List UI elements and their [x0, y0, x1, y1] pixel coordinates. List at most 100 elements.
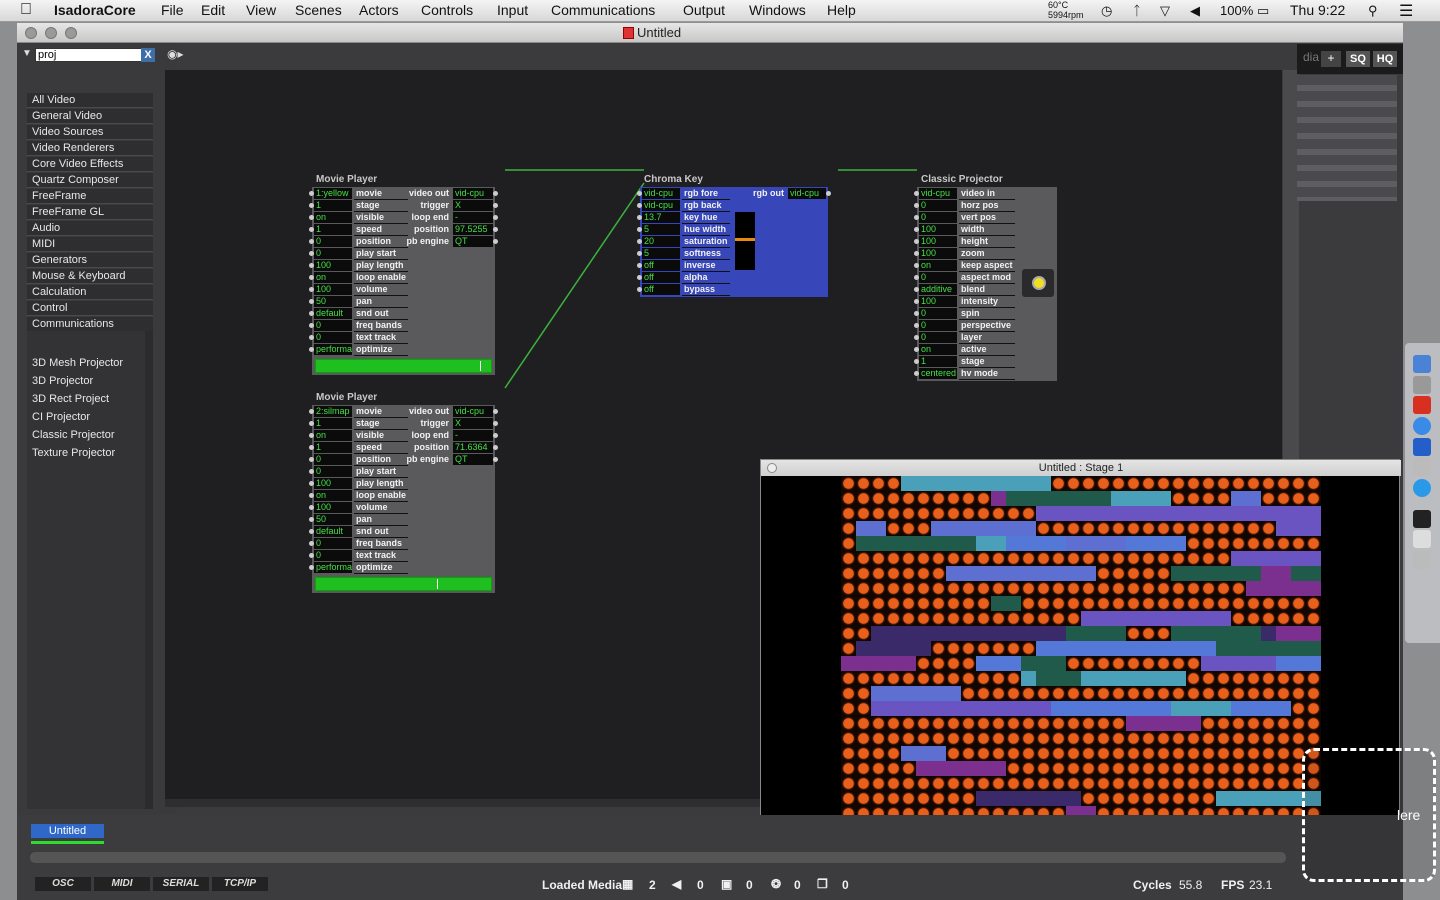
input-value[interactable]: 50 — [314, 296, 352, 307]
output-port[interactable] — [826, 191, 831, 196]
input-value[interactable]: 0 — [314, 466, 352, 477]
input-value[interactable]: off — [642, 272, 680, 283]
category-item[interactable]: Generators — [27, 253, 153, 268]
input-value[interactable]: 0 — [919, 320, 957, 331]
input-value[interactable]: 100 — [919, 236, 957, 247]
input-value[interactable]: 0 — [919, 272, 957, 283]
category-item[interactable]: Quartz Composer — [27, 173, 153, 188]
input-value[interactable]: vid-cpu — [642, 188, 680, 199]
category-item[interactable]: All Video — [27, 93, 153, 108]
category-item[interactable]: Communications — [27, 317, 153, 332]
input-value[interactable]: 0 — [314, 550, 352, 561]
patch-horizontal-scrollbar[interactable] — [165, 799, 775, 807]
tab-serial[interactable]: SERIAL — [153, 877, 209, 891]
input-value[interactable]: 20 — [642, 236, 680, 247]
input-value[interactable]: 2:silmap — [314, 406, 352, 417]
preview-list[interactable] — [1297, 75, 1397, 201]
notification-center-icon[interactable]: ☰ — [1399, 1, 1413, 21]
input-value[interactable]: 100 — [314, 502, 352, 513]
actors-list-scrollbar[interactable] — [145, 331, 153, 809]
output-port[interactable] — [493, 203, 498, 208]
output-port[interactable] — [493, 191, 498, 196]
menu-file[interactable]: File — [161, 2, 184, 18]
category-item[interactable]: FreeFrame GL — [27, 205, 153, 220]
hq-button[interactable]: HQ — [1373, 51, 1397, 67]
volume-icon[interactable]: ◀ — [1190, 3, 1200, 19]
category-item[interactable]: Mouse & Keyboard — [27, 269, 153, 284]
drop-zone[interactable]: lere — [1302, 748, 1436, 882]
output-port[interactable] — [493, 445, 498, 450]
category-item[interactable]: Control — [27, 301, 153, 316]
clock[interactable]: Thu 9:22 — [1290, 2, 1345, 18]
input-value[interactable]: performa — [314, 562, 352, 573]
document-dock-icon[interactable] — [1413, 530, 1431, 548]
zoom-button[interactable] — [65, 27, 77, 39]
minimize-button[interactable] — [45, 27, 57, 39]
menu-app-name[interactable]: IsadoraCore — [54, 2, 136, 18]
tab-midi[interactable]: MIDI — [94, 877, 150, 891]
output-port[interactable] — [493, 215, 498, 220]
output-port[interactable] — [493, 227, 498, 232]
input-value[interactable]: 0 — [314, 248, 352, 259]
movie2-actor[interactable]: Movie Player 2:silmap movie 1 stage on visible… — [309, 392, 498, 593]
input-value[interactable]: centered — [919, 368, 957, 379]
input-value[interactable]: 100 — [314, 260, 352, 271]
time-machine-icon[interactable]: ◷ — [1101, 3, 1112, 19]
browser-icon[interactable] — [1413, 479, 1431, 497]
input-value[interactable]: 0 — [314, 236, 352, 247]
category-item[interactable]: Video Sources — [27, 125, 153, 140]
input-value[interactable]: 100 — [919, 296, 957, 307]
input-value[interactable]: 100 — [314, 284, 352, 295]
trash-icon[interactable] — [1413, 551, 1431, 569]
printer-icon[interactable] — [1413, 458, 1431, 476]
input-value[interactable]: 0 — [314, 332, 352, 343]
input-value[interactable]: 100 — [314, 478, 352, 489]
input-value[interactable]: 5 — [642, 248, 680, 259]
actor-list-item[interactable]: 3D Mesh Projector — [32, 357, 123, 369]
camera-icon[interactable]: ◉▸ — [167, 47, 184, 61]
input-value[interactable]: default — [314, 308, 352, 319]
clear-search-button[interactable]: X — [141, 48, 155, 62]
close-button[interactable] — [25, 27, 37, 39]
menu-actors[interactable]: Actors — [359, 2, 399, 18]
input-value[interactable]: 0 — [314, 454, 352, 465]
menu-input[interactable]: Input — [497, 2, 528, 18]
input-value[interactable]: 1 — [919, 356, 957, 367]
category-item[interactable]: General Video — [27, 109, 153, 124]
scene-tab-untitled[interactable]: Untitled — [31, 824, 104, 838]
input-value[interactable]: 0 — [314, 538, 352, 549]
chroma-actor[interactable]: Chroma Key vid-cpu rgb fore vid-cpu rgb back… — [637, 174, 831, 297]
playback-progress-bar[interactable] — [315, 577, 492, 591]
input-value[interactable]: 50 — [314, 514, 352, 525]
menu-controls[interactable]: Controls — [421, 2, 473, 18]
menu-communications[interactable]: Communications — [551, 2, 655, 18]
category-item[interactable]: Video Renderers — [27, 141, 153, 156]
activity-monitor-icon[interactable] — [1413, 510, 1431, 528]
sq-button[interactable]: SQ — [1346, 51, 1370, 67]
input-value[interactable]: on — [919, 260, 957, 271]
input-value[interactable]: on — [919, 344, 957, 355]
input-value[interactable]: 1 — [314, 442, 352, 453]
output-port[interactable] — [493, 457, 498, 462]
input-value[interactable]: on — [314, 272, 352, 283]
input-value[interactable]: vid-cpu — [919, 188, 957, 199]
output-port[interactable] — [493, 433, 498, 438]
search-input[interactable]: proj — [35, 48, 155, 62]
input-value[interactable]: on — [314, 490, 352, 501]
safari-icon[interactable] — [1413, 417, 1431, 435]
category-item[interactable]: MIDI — [27, 237, 153, 252]
menu-windows[interactable]: Windows — [749, 2, 806, 18]
stage-close-button[interactable] — [767, 463, 777, 473]
finder-icon[interactable] — [1413, 355, 1431, 373]
projector-actor[interactable]: Classic Projector vid-cpu video in 0 horz po… — [914, 174, 1057, 381]
menu-output[interactable]: Output — [683, 2, 725, 18]
input-value[interactable]: 1:yellow — [314, 188, 352, 199]
input-value[interactable]: vid-cpu — [642, 200, 680, 211]
input-value[interactable]: on — [314, 430, 352, 441]
battery-percent[interactable]: 100% — [1220, 3, 1253, 18]
spotlight-icon[interactable]: ⚲ — [1368, 3, 1378, 19]
actor-list-item[interactable]: 3D Projector — [32, 375, 93, 387]
category-item[interactable]: Core Video Effects — [27, 157, 153, 172]
input-value[interactable]: 13.7 — [642, 212, 680, 223]
input-value[interactable]: 0 — [919, 212, 957, 223]
